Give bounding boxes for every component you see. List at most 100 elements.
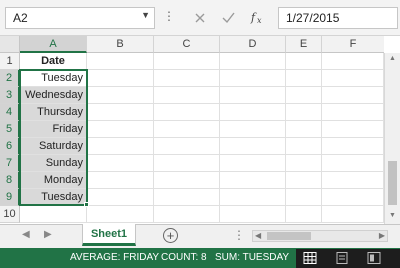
cell-b1[interactable]	[87, 53, 154, 70]
name-box[interactable]: A2 ▼	[5, 7, 155, 29]
cell-f6[interactable]	[322, 138, 384, 155]
page-layout-icon[interactable]	[334, 251, 350, 265]
fill-handle[interactable]	[84, 202, 89, 207]
view-buttons	[296, 249, 400, 268]
row-header-5[interactable]: 5	[0, 121, 20, 138]
cell-e4[interactable]	[286, 104, 322, 121]
enter-icon[interactable]	[222, 12, 235, 24]
vertical-scroll-thumb[interactable]	[388, 161, 397, 205]
cell-b6[interactable]	[87, 138, 154, 155]
vertical-scrollbar[interactable]: ▲ ▼	[384, 53, 400, 224]
cell-e10[interactable]	[286, 206, 322, 223]
cell-e7[interactable]	[286, 155, 322, 172]
scroll-down-icon[interactable]: ▼	[389, 212, 396, 219]
cell-c8[interactable]	[154, 172, 220, 189]
row-header-6[interactable]: 6	[0, 138, 20, 155]
scroll-right-icon[interactable]: ▶	[379, 231, 385, 240]
cell-b4[interactable]	[87, 104, 154, 121]
cell-a1[interactable]: Date	[20, 53, 87, 70]
row-header-8[interactable]: 8	[0, 172, 20, 189]
cell-f4[interactable]	[322, 104, 384, 121]
worksheet-grid: A B C D E F 1 Date 2 Tuesday 3 Wednesday 4 Thur…	[0, 36, 400, 224]
cell-d4[interactable]	[220, 104, 286, 121]
cell-c10[interactable]	[154, 206, 220, 223]
row-header-9[interactable]: 9	[0, 189, 20, 206]
svg-text:f: f	[250, 11, 257, 24]
scroll-up-icon[interactable]: ▲	[389, 55, 396, 62]
cell-c2[interactable]	[154, 70, 220, 87]
cell-f10[interactable]	[322, 206, 384, 223]
chevron-down-icon[interactable]: ▼	[141, 10, 150, 20]
cell-b9[interactable]	[87, 189, 154, 206]
row-header-1[interactable]: 1	[0, 53, 20, 70]
horizontal-scroll-thumb[interactable]	[267, 232, 311, 240]
cell-b8[interactable]	[87, 172, 154, 189]
insert-function-icon[interactable]: f x	[250, 10, 266, 25]
cell-a5[interactable]: Friday	[20, 121, 87, 138]
cell-d3[interactable]	[220, 87, 286, 104]
more-icon[interactable]: ⋮	[233, 228, 245, 242]
cell-c1[interactable]	[154, 53, 220, 70]
cell-e8[interactable]	[286, 172, 322, 189]
cell-e9[interactable]	[286, 189, 322, 206]
cell-f2[interactable]	[322, 70, 384, 87]
cell-c9[interactable]	[154, 189, 220, 206]
cell-c6[interactable]	[154, 138, 220, 155]
cell-a6[interactable]: Saturday	[20, 138, 87, 155]
cell-e6[interactable]	[286, 138, 322, 155]
page-break-preview-icon[interactable]	[366, 251, 382, 265]
plus-circle-icon[interactable]: +	[163, 228, 178, 243]
cell-d1[interactable]	[220, 53, 286, 70]
cell-c3[interactable]	[154, 87, 220, 104]
cell-c4[interactable]	[154, 104, 220, 121]
cell-b3[interactable]	[87, 87, 154, 104]
sheet-tab-sheet1[interactable]: Sheet1	[82, 224, 136, 246]
cell-f7[interactable]	[322, 155, 384, 172]
cell-a4[interactable]: Thursday	[20, 104, 87, 121]
normal-view-icon[interactable]	[302, 251, 318, 265]
cell-a2[interactable]: Tuesday	[20, 70, 87, 87]
more-icon[interactable]: ⋮	[163, 9, 175, 23]
cell-c7[interactable]	[154, 155, 220, 172]
row-header-3[interactable]: 3	[0, 87, 20, 104]
formula-input[interactable]: 1/27/2015	[278, 7, 398, 29]
status-count: COUNT: 8	[161, 252, 207, 263]
cell-a9[interactable]: Tuesday	[20, 189, 87, 206]
next-sheet-icon[interactable]: ▶	[44, 229, 52, 240]
cell-b2[interactable]	[87, 70, 154, 87]
cell-d7[interactable]	[220, 155, 286, 172]
cell-f3[interactable]	[322, 87, 384, 104]
cell-f9[interactable]	[322, 189, 384, 206]
horizontal-scrollbar[interactable]: ◀ ▶	[252, 230, 388, 242]
previous-sheet-icon[interactable]: ◀	[22, 229, 30, 240]
cell-f8[interactable]	[322, 172, 384, 189]
cell-d2[interactable]	[220, 70, 286, 87]
row-header-2[interactable]: 2	[0, 70, 20, 87]
cell-a8[interactable]: Monday	[20, 172, 87, 189]
status-average: AVERAGE: FRIDAY	[70, 252, 160, 263]
cell-d9[interactable]	[220, 189, 286, 206]
cell-f5[interactable]	[322, 121, 384, 138]
scroll-left-icon[interactable]: ◀	[255, 231, 261, 240]
row-header-7[interactable]: 7	[0, 155, 20, 172]
cell-d5[interactable]	[220, 121, 286, 138]
cell-f1[interactable]	[322, 53, 384, 70]
cell-a7[interactable]: Sunday	[20, 155, 87, 172]
cell-d10[interactable]	[220, 206, 286, 223]
cancel-icon[interactable]	[194, 12, 206, 24]
cell-a10[interactable]	[20, 206, 87, 223]
cell-b5[interactable]	[87, 121, 154, 138]
cell-d8[interactable]	[220, 172, 286, 189]
status-sum: SUM: TUESDAY	[215, 252, 290, 263]
cell-e2[interactable]	[286, 70, 322, 87]
cell-d6[interactable]	[220, 138, 286, 155]
row-header-10[interactable]: 10	[0, 206, 20, 223]
cell-b10[interactable]	[87, 206, 154, 223]
cell-e1[interactable]	[286, 53, 322, 70]
cell-e5[interactable]	[286, 121, 322, 138]
cell-e3[interactable]	[286, 87, 322, 104]
cell-a3[interactable]: Wednesday	[20, 87, 87, 104]
row-header-4[interactable]: 4	[0, 104, 20, 121]
cell-c5[interactable]	[154, 121, 220, 138]
cell-b7[interactable]	[87, 155, 154, 172]
